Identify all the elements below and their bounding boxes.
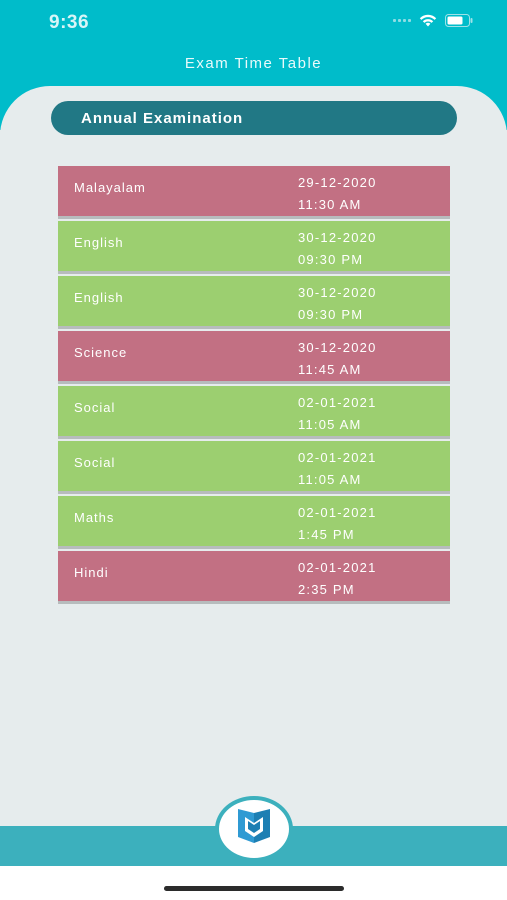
exam-time: 09:30 PM (298, 252, 364, 267)
exam-row[interactable]: English 30-12-2020 09:30 PM (58, 221, 450, 271)
wifi-icon (419, 14, 437, 27)
exam-time: 09:30 PM (298, 307, 364, 322)
exam-list: Malayalam 29-12-2020 11:30 AM English 30-12-… (58, 166, 450, 606)
exam-time: 11:05 AM (298, 417, 362, 432)
exam-time: 11:05 AM (298, 472, 362, 487)
exam-subject: Social (74, 455, 116, 470)
battery-icon (445, 14, 473, 27)
status-bar: 9:36 (0, 0, 507, 45)
exam-subject: Social (74, 400, 116, 415)
exam-subject: Maths (74, 510, 115, 525)
exam-row[interactable]: Hindi 02-01-2021 2:35 PM (58, 551, 450, 601)
signal-icon (393, 19, 411, 22)
exam-subject: English (74, 235, 124, 250)
exam-subject: English (74, 290, 124, 305)
exam-date: 02-01-2021 (298, 395, 377, 410)
status-icons (393, 14, 473, 27)
exam-date: 30-12-2020 (298, 340, 377, 355)
exam-date: 02-01-2021 (298, 505, 377, 520)
exam-time: 1:45 PM (298, 527, 355, 542)
exam-time: 2:35 PM (298, 582, 355, 597)
exam-time: 11:30 AM (298, 197, 362, 212)
home-logo-button[interactable] (215, 796, 293, 862)
status-time: 9:36 (49, 12, 90, 33)
exam-row[interactable]: Social 02-01-2021 11:05 AM (58, 386, 450, 436)
exam-row[interactable]: Social 02-01-2021 11:05 AM (58, 441, 450, 491)
exam-date: 30-12-2020 (298, 285, 377, 300)
exam-row[interactable]: Maths 02-01-2021 1:45 PM (58, 496, 450, 546)
book-logo-icon (232, 807, 276, 852)
home-indicator[interactable] (164, 886, 344, 891)
page-title: Exam Time Table (184, 55, 323, 72)
exam-subject: Malayalam (74, 180, 146, 195)
exam-date: 29-12-2020 (298, 175, 377, 190)
exam-row[interactable]: Science 30-12-2020 11:45 AM (58, 331, 450, 381)
section-title: Annual Examination (51, 101, 457, 135)
exam-row[interactable]: English 30-12-2020 09:30 PM (58, 276, 450, 326)
exam-date: 02-01-2021 (298, 560, 377, 575)
exam-date: 02-01-2021 (298, 450, 377, 465)
exam-subject: Hindi (74, 565, 109, 580)
exam-subject: Science (74, 345, 128, 360)
exam-time: 11:45 AM (298, 362, 362, 377)
bottom-safe-area (0, 866, 507, 900)
exam-row[interactable]: Malayalam 29-12-2020 11:30 AM (58, 166, 450, 216)
exam-date: 30-12-2020 (298, 230, 377, 245)
